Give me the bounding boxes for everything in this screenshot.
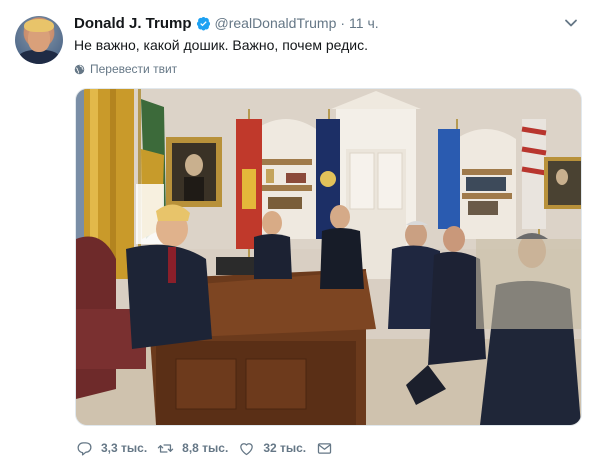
tweet-text: Не важно, какой дошик. Важно, почем реди… <box>74 37 369 53</box>
tweet-header: Donald J. Trump @realDonaldTrump · 11 ч. <box>74 13 379 33</box>
author-name[interactable]: Donald J. Trump <box>74 15 192 32</box>
author-handle[interactable]: @realDonaldTrump <box>215 15 337 31</box>
like-icon <box>240 442 254 455</box>
translate-label: Перевести твит <box>90 62 178 76</box>
retweet-icon <box>157 443 174 453</box>
retweet-button[interactable]: 8,8 тыс. <box>157 440 228 457</box>
like-count: 32 тыс. <box>263 441 307 455</box>
separator-dot: · <box>340 15 346 31</box>
direct-message-button[interactable] <box>316 440 341 457</box>
message-icon <box>317 442 332 454</box>
reply-button[interactable]: 3,3 тыс. <box>76 440 147 457</box>
verified-badge-icon <box>196 16 210 30</box>
tweet-timestamp[interactable]: 11 ч. <box>349 15 379 31</box>
tweet: Donald J. Trump @realDonaldTrump · 11 ч.… <box>0 0 597 468</box>
globe-icon <box>74 64 85 74</box>
caret-down-icon[interactable] <box>563 15 579 31</box>
tweet-actions: 3,3 тыс. 8,8 тыс. 32 тыс. <box>76 438 351 458</box>
avatar[interactable] <box>15 16 63 64</box>
translate-tweet-link[interactable]: Перевести твит <box>74 62 177 76</box>
oval-office-meeting-image <box>76 89 581 425</box>
reply-icon <box>77 441 92 456</box>
tweet-photo[interactable] <box>75 88 582 426</box>
retweet-count: 8,8 тыс. <box>182 441 229 455</box>
like-button[interactable]: 32 тыс. <box>238 440 306 457</box>
reply-count: 3,3 тыс. <box>101 441 148 455</box>
